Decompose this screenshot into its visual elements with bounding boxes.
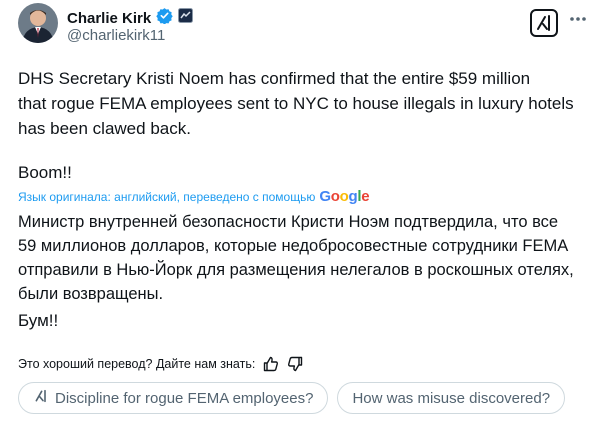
suggestion-label: How was misuse discovered? — [352, 389, 551, 407]
translation-feedback: Это хороший перевод? Дайте нам знать: — [18, 356, 303, 372]
suggestion-discipline[interactable]: Discipline for rogue FEMA employees? — [18, 382, 329, 414]
affiliate-badge-icon[interactable] — [178, 8, 194, 28]
tweet-header: Charlie Kirk @charliekirk11 — [18, 3, 590, 47]
grok-icon — [33, 388, 49, 408]
author-handle[interactable]: @charliekirk11 — [67, 27, 165, 44]
tweet-translated-text: Министр внутренней безопасности Кристи Н… — [18, 213, 574, 303]
avatar[interactable] — [18, 3, 58, 43]
thumbs-up-icon[interactable] — [263, 356, 279, 372]
translation-notice-text: Язык оригинала: английский, переведено с… — [18, 189, 316, 204]
author-name[interactable]: Charlie Kirk — [67, 10, 151, 27]
tweet-original-closing: Boom!! — [18, 163, 72, 182]
feedback-question: Это хороший перевод? Дайте нам знать: — [18, 357, 256, 371]
tweet-translated-closing: Бум!! — [18, 311, 59, 330]
grok-suggestions: Discipline for rogue FEMA employees? How… — [18, 382, 566, 414]
suggestion-label: Discipline for rogue FEMA employees? — [55, 389, 314, 407]
translation-notice[interactable]: Язык оригинала: английский, переведено с… — [18, 188, 370, 205]
suggestion-misuse[interactable]: How was misuse discovered? — [337, 382, 566, 414]
verified-badge-icon — [156, 7, 173, 29]
more-icon[interactable] — [568, 9, 588, 29]
grok-icon[interactable] — [530, 9, 558, 37]
thumbs-down-icon[interactable] — [287, 356, 303, 372]
tweet-original-text: DHS Secretary Kristi Noem has confirmed … — [18, 69, 574, 138]
google-logo: Google — [319, 188, 370, 205]
